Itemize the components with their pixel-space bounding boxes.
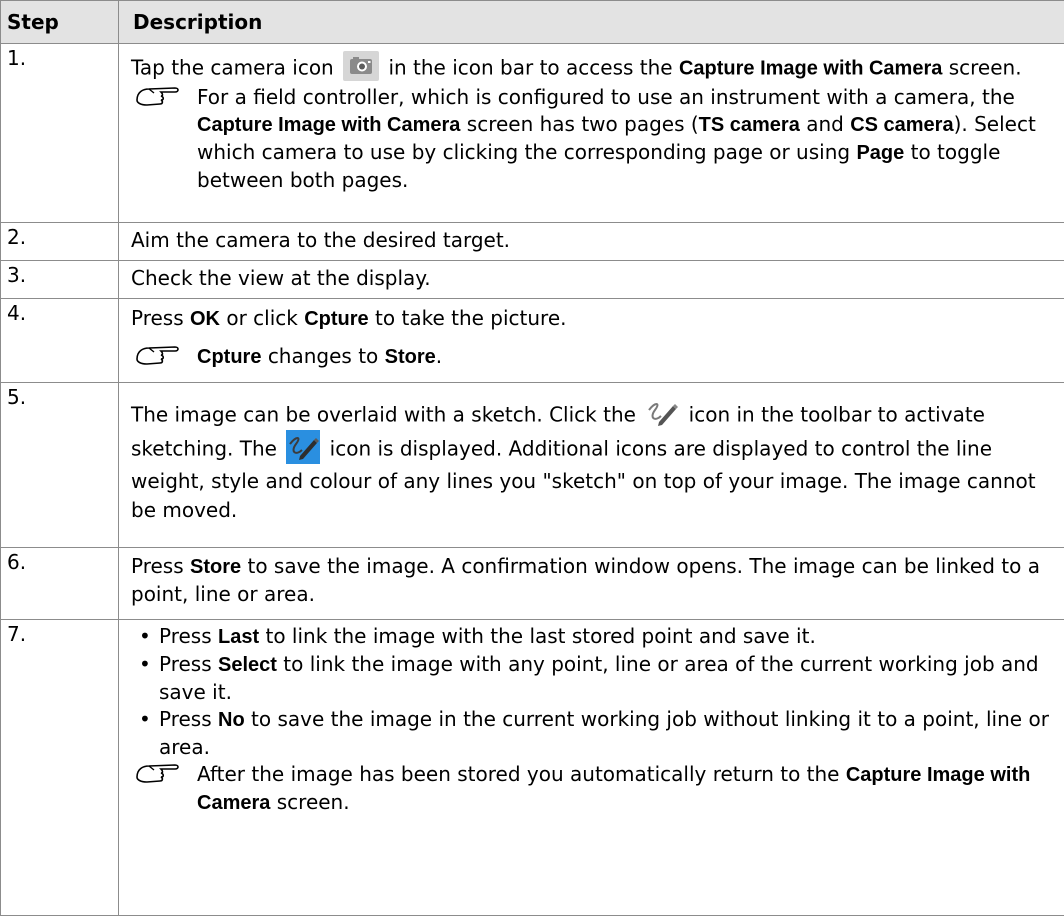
text: The image can be overlaid with a sketch.… — [131, 402, 636, 427]
step-description: Tap the camera icon in the icon bar to a… — [118, 43, 1064, 223]
step-number: 7. — [0, 619, 119, 916]
step-description: Press Store to save the image. A confirm… — [118, 547, 1064, 620]
key-name: OK — [190, 308, 220, 330]
text: For a field controller, which is configu… — [197, 85, 1015, 109]
step-description: Press OK or click Cpture to take the pic… — [118, 298, 1064, 383]
step-number: 2. — [0, 222, 119, 261]
table-header-row: Step Description — [0, 0, 1064, 44]
note-text: Cpture changes to Store. — [197, 343, 1058, 371]
key-name: Last — [218, 626, 260, 648]
text: Press — [159, 624, 212, 648]
note: Cpture changes to Store. — [131, 343, 1058, 371]
text: or click — [226, 306, 298, 330]
sketch-active-icon — [286, 430, 321, 464]
header-step: Step — [0, 0, 119, 44]
text: Press — [131, 306, 184, 330]
key-name: Store — [190, 556, 242, 578]
text: Press — [159, 707, 212, 731]
note: After the image has been stored you auto… — [131, 761, 1058, 817]
key-name: Store — [384, 346, 436, 368]
text: and — [806, 112, 844, 136]
list-item: Press Last to link the image with the la… — [131, 623, 1058, 651]
step-number: 5. — [0, 382, 119, 548]
step-number: 6. — [0, 547, 119, 620]
step-description: Aim the camera to the desired target. — [118, 222, 1064, 261]
screen-name: Capture Image with Camera — [197, 114, 461, 136]
table-row: 5. The image can be overlaid with a sket… — [0, 382, 1064, 548]
text: changes to — [267, 344, 379, 368]
key-name: Select — [218, 654, 277, 676]
text: to save the image in the current working… — [159, 707, 1049, 759]
key-name: No — [218, 709, 245, 731]
table-row: 1. Tap the camera icon in the icon bar t… — [0, 43, 1064, 223]
text: to link the image with any point, line o… — [159, 652, 1039, 704]
text: . — [435, 344, 443, 368]
page-name: CS camera — [850, 114, 954, 136]
key-name: Cpture — [304, 308, 369, 330]
pointing-hand-icon — [131, 761, 197, 785]
step-number: 1. — [0, 43, 119, 223]
note-text: After the image has been stored you auto… — [197, 761, 1058, 817]
step-number: 3. — [0, 260, 119, 299]
option-list: Press Last to link the image with the la… — [131, 623, 1058, 761]
note-text: For a field controller, which is configu… — [197, 84, 1058, 194]
step-description: The image can be overlaid with a sketch.… — [118, 382, 1064, 548]
table-row: 2. Aim the camera to the desired target. — [0, 222, 1064, 261]
key-name: Cpture — [197, 346, 262, 368]
text: to take the picture. — [375, 306, 567, 330]
step-description: Check the view at the display. — [118, 260, 1064, 299]
procedure-table: Step Description 1. Tap the camera icon … — [0, 0, 1064, 916]
screen-name: Capture Image with Camera — [678, 57, 943, 80]
text: Press — [159, 652, 212, 676]
table-row: 4. Press OK or click Cpture to take the … — [0, 298, 1064, 383]
table-row: 3. Check the view at the display. — [0, 260, 1064, 299]
text: Press — [131, 554, 184, 578]
page-name: TS camera — [698, 114, 800, 136]
text: to link the image with the last stored p… — [265, 624, 816, 648]
pointing-hand-icon — [131, 343, 197, 367]
note: For a field controller, which is configu… — [131, 84, 1058, 194]
text: Tap the camera icon — [131, 55, 334, 80]
text: screen. — [948, 55, 1022, 80]
step-description: Press Last to link the image with the la… — [118, 619, 1064, 916]
header-description: Description — [118, 0, 1064, 44]
text: screen has two pages ( — [466, 112, 699, 136]
list-item: Press Select to link the image with any … — [131, 651, 1058, 706]
camera-icon — [343, 51, 380, 81]
text: screen. — [276, 790, 350, 814]
table-row: 7. Press Last to link the image with the… — [0, 619, 1064, 916]
text: in the icon bar to access the — [388, 55, 673, 80]
text: to save the image. A confirmation window… — [131, 554, 1040, 606]
list-item: Press No to save the image in the curren… — [131, 706, 1058, 761]
key-name: Page — [856, 142, 905, 164]
pointing-hand-icon — [131, 84, 197, 108]
text: After the image has been stored you auto… — [197, 762, 840, 786]
step-number: 4. — [0, 298, 119, 383]
sketch-icon — [645, 396, 679, 430]
table-row: 6. Press Store to save the image. A conf… — [0, 547, 1064, 620]
